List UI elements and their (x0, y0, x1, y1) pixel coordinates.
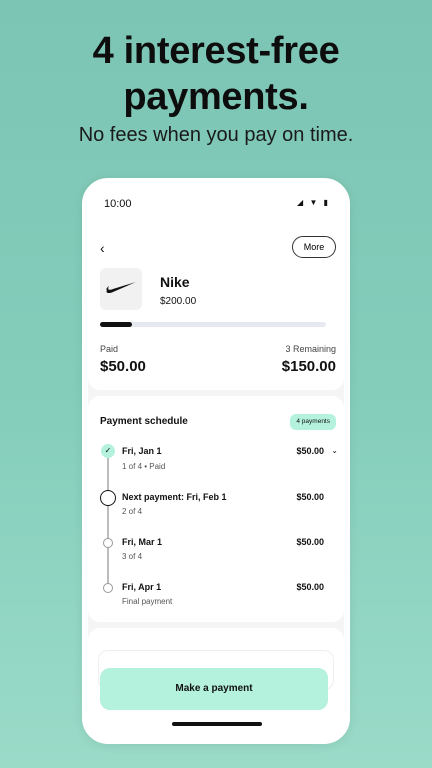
make-payment-button[interactable]: Make a payment (100, 668, 328, 710)
wifi-icon: ▼ (309, 198, 320, 207)
schedule-row-date: Fri, Mar 1 (122, 537, 163, 547)
schedule-row-sub: 3 of 4 (122, 552, 143, 561)
nike-swoosh-icon (106, 282, 136, 294)
merchant-name: Nike (160, 274, 190, 290)
merchant-logo (100, 268, 142, 310)
battery-icon: ▮ (323, 198, 330, 207)
schedule-title: Payment schedule (100, 416, 188, 427)
payment-progress-bar (100, 322, 326, 327)
payments-count-badge: 4 payments (290, 414, 336, 430)
paid-label: Paid (100, 344, 119, 354)
schedule-row-sub: 2 of 4 (122, 507, 143, 516)
future-payment-node (103, 538, 113, 548)
status-bar: 10:00 ◢ ▼ ▮ (88, 184, 344, 218)
schedule-row-sub: 1 of 4 • Paid (122, 462, 166, 471)
schedule-row-amount: $50.00 (296, 537, 324, 547)
chevron-down-icon[interactable]: ⌄ (331, 446, 338, 455)
remaining-amount: $150.00 (281, 358, 336, 375)
status-time: 10:00 (104, 198, 132, 210)
status-icons: ◢ ▼ ▮ (297, 198, 330, 207)
remaining-label: 3 Remaining (285, 344, 336, 354)
more-button[interactable]: More (292, 236, 336, 258)
timeline-line (107, 452, 109, 588)
promo-headline: 4 interest-free payments. (0, 28, 432, 120)
schedule-row-sub: Final payment (122, 597, 173, 606)
schedule-row-amount: $50.00 (296, 446, 324, 456)
purchase-summary-card: ‹ More Nike $200.00 Paid $50.00 3 Remain… (88, 218, 344, 390)
schedule-row-date: Next payment: Fri, Feb 1 (122, 492, 227, 502)
headline-line-2: payments. (123, 76, 309, 118)
signal-icon: ◢ (297, 198, 306, 207)
schedule-row-amount: $50.00 (296, 582, 324, 592)
payment-progress-fill (100, 322, 132, 327)
phone-frame: 10:00 ◢ ▼ ▮ ‹ More Nike $200.00 Paid $50… (82, 178, 350, 744)
schedule-row-amount: $50.00 (296, 492, 324, 502)
paid-amount: $50.00 (100, 358, 146, 375)
paid-check-icon: ✓ (101, 444, 115, 458)
headline-line-1: 4 interest-free (92, 30, 340, 72)
purchase-total: $200.00 (160, 296, 197, 307)
future-payment-node (103, 583, 113, 593)
schedule-row-date: Fri, Apr 1 (122, 582, 162, 592)
next-payment-node (100, 490, 116, 506)
promo-subline: No fees when you pay on time. (78, 124, 354, 146)
payment-schedule-card: Payment schedule 4 payments ✓ Fri, Jan 1… (88, 396, 344, 622)
home-indicator[interactable] (172, 722, 262, 726)
schedule-row-date: Fri, Jan 1 (122, 446, 162, 456)
chevron-left-icon[interactable]: ‹ (100, 240, 105, 256)
